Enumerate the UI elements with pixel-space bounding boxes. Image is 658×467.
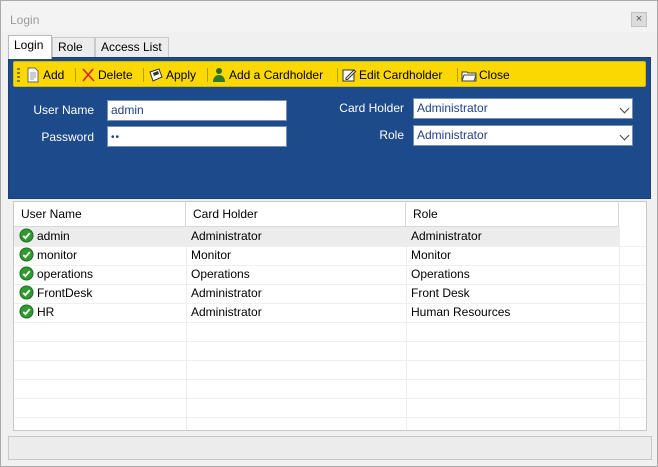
- table-row[interactable]: operations Operations Operations: [14, 265, 619, 284]
- edit-cardholder-label: Edit Cardholder: [359, 68, 443, 82]
- password-input[interactable]: ••: [107, 126, 287, 147]
- user-name-label: User Name: [33, 103, 94, 117]
- cell-role: Monitor: [411, 248, 452, 262]
- cell-user-name: HR: [37, 305, 55, 319]
- edit-form-icon: [342, 69, 357, 82]
- save-disk-icon: [149, 68, 163, 82]
- toolbar-separator: [337, 68, 338, 82]
- user-name-input[interactable]: admin: [107, 100, 287, 121]
- window-close-button[interactable]: ×: [631, 12, 647, 27]
- chevron-down-icon[interactable]: [619, 130, 630, 141]
- edit-cardholder-button[interactable]: Edit Cardholder: [341, 66, 454, 84]
- row-divider: [14, 322, 646, 323]
- cell-card-holder: Operations: [191, 267, 250, 281]
- cell-role: Human Resources: [411, 305, 511, 319]
- column-header-user-name[interactable]: User Name: [14, 202, 186, 227]
- title-bar: Login ×: [1, 1, 657, 32]
- role-select[interactable]: Administrator: [413, 125, 633, 146]
- card-holder-label: Card Holder: [339, 101, 404, 115]
- add-cardholder-label: Add a Cardholder: [229, 68, 324, 82]
- column-divider: [619, 227, 620, 430]
- card-holder-value: Administrator: [417, 101, 488, 115]
- cell-role: Administrator: [411, 229, 482, 243]
- tab-access-list[interactable]: Access List: [95, 37, 169, 57]
- tab-role[interactable]: Role: [52, 37, 95, 57]
- password-label: Password: [41, 130, 94, 144]
- check-circle-icon: [19, 285, 34, 300]
- document-add-icon: [27, 67, 39, 83]
- cell-user-name: admin: [37, 229, 70, 243]
- check-circle-icon: [19, 266, 34, 281]
- users-grid: User Name Card Holder Role admin Adminis…: [13, 201, 647, 431]
- table-row[interactable]: HR Administrator Human Resources: [14, 303, 619, 322]
- toolbar-separator: [457, 68, 458, 82]
- password-mask: ••: [111, 132, 121, 143]
- row-divider: [14, 360, 646, 361]
- check-circle-icon: [19, 247, 34, 262]
- column-header-card-holder[interactable]: Card Holder: [186, 202, 406, 227]
- add-button[interactable]: Add: [25, 66, 75, 84]
- row-divider: [14, 417, 646, 418]
- check-circle-icon: [19, 228, 34, 243]
- toolbar-separator: [143, 68, 144, 82]
- toolbar-separator: [75, 68, 76, 82]
- close-folder-icon: [461, 71, 477, 82]
- tab-login[interactable]: Login: [8, 35, 52, 59]
- window-title: Login: [10, 13, 40, 27]
- row-divider: [14, 341, 646, 342]
- chevron-down-icon[interactable]: [619, 103, 630, 114]
- role-label: Role: [379, 128, 404, 142]
- role-value: Administrator: [417, 128, 488, 142]
- apply-label: Apply: [166, 68, 197, 82]
- add-cardholder-button[interactable]: Add a Cardholder: [211, 66, 331, 84]
- cell-user-name: FrontDesk: [37, 286, 93, 300]
- row-divider: [14, 398, 646, 399]
- login-edit-panel: Add Delete Apply Add a Cardholder Edit C…: [8, 57, 651, 199]
- check-circle-icon: [19, 304, 34, 319]
- cell-card-holder: Administrator: [191, 229, 262, 243]
- table-row[interactable]: monitor Monitor Monitor: [14, 246, 619, 265]
- cell-card-holder: Administrator: [191, 286, 262, 300]
- cell-role: Operations: [411, 267, 470, 281]
- cell-card-holder: Administrator: [191, 305, 262, 319]
- table-row[interactable]: admin Administrator Administrator: [14, 227, 619, 246]
- toolbar-separator: [207, 68, 208, 82]
- table-row[interactable]: FrontDesk Administrator Front Desk: [14, 284, 619, 303]
- status-bar: [8, 436, 652, 460]
- card-holder-select[interactable]: Administrator: [413, 98, 633, 119]
- delete-label: Delete: [98, 68, 133, 82]
- cell-card-holder: Monitor: [191, 248, 232, 262]
- delete-button[interactable]: Delete: [80, 66, 140, 84]
- close-button[interactable]: Close: [461, 66, 516, 84]
- person-add-icon: [213, 68, 225, 82]
- toolbar: Add Delete Apply Add a Cardholder Edit C…: [13, 61, 646, 87]
- add-label: Add: [43, 68, 65, 82]
- apply-button[interactable]: Apply: [148, 66, 203, 84]
- row-divider: [14, 379, 646, 380]
- toolbar-grip[interactable]: [17, 68, 20, 82]
- close-label: Close: [479, 68, 510, 82]
- login-window: Login × Login Role Access List Add Delet…: [0, 0, 658, 467]
- cell-user-name: operations: [37, 267, 94, 281]
- delete-x-icon: [82, 68, 95, 82]
- cell-role: Front Desk: [411, 286, 470, 300]
- cell-user-name: monitor: [37, 248, 78, 262]
- column-header-role[interactable]: Role: [406, 202, 619, 227]
